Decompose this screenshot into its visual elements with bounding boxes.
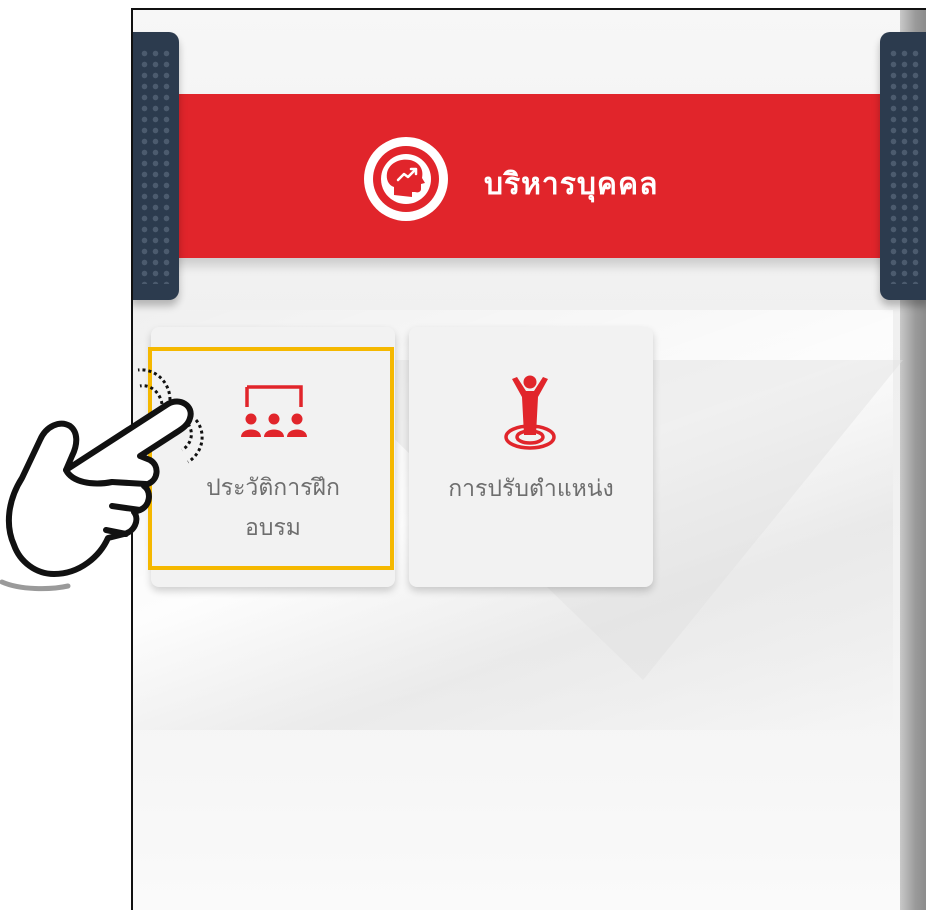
menu-tile-label: การปรับตำแหน่ง (448, 476, 614, 502)
head-growth-icon (364, 137, 448, 221)
left-scroll-tab (133, 32, 179, 300)
person-target-icon (500, 373, 560, 457)
menu-tile-position-adjustment[interactable]: การปรับตำแหน่ง (409, 327, 653, 587)
right-scroll-tab (880, 32, 926, 300)
pointing-hand-icon (0, 360, 220, 604)
page-title: บริหารบุคคล (484, 167, 659, 202)
